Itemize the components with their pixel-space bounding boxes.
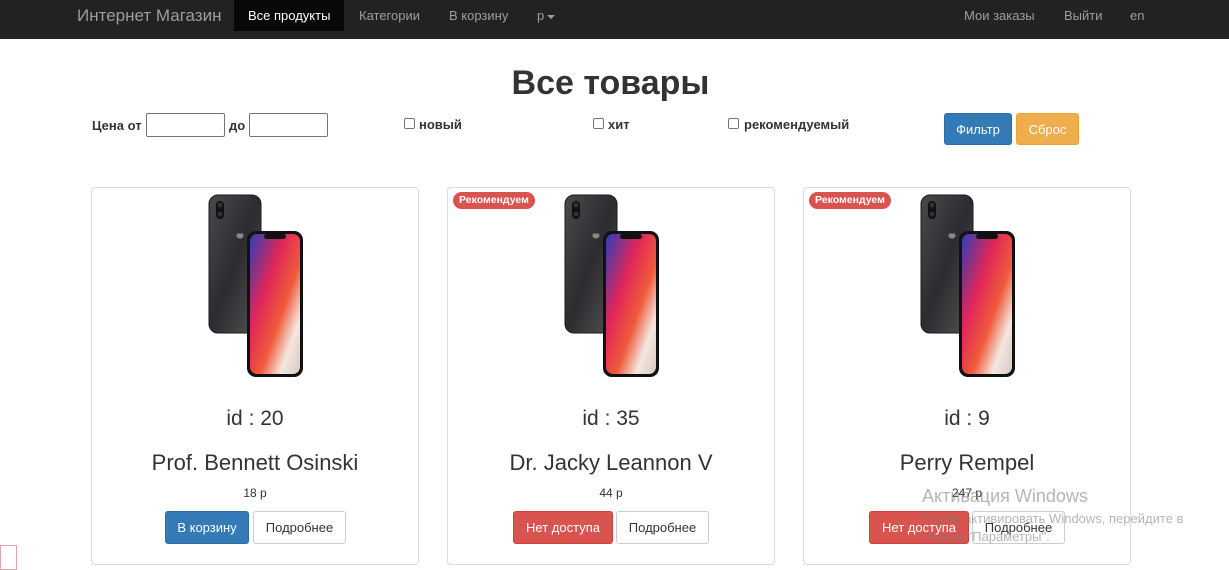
product-phone-image bbox=[564, 194, 659, 377]
product-name: Prof. Bennett Osinski bbox=[151, 450, 359, 475]
hit-checkbox-label: хит bbox=[608, 117, 630, 132]
product-price: 44 р bbox=[599, 486, 623, 500]
new-checkbox-label: новый bbox=[419, 117, 462, 132]
price-from-label: Цена от bbox=[92, 118, 142, 133]
hit-checkbox[interactable] bbox=[593, 118, 604, 129]
product-card: id : 20 Prof. Bennett Osinski 18 р В кор… bbox=[91, 187, 419, 565]
product-name: Perry Rempel bbox=[899, 450, 1035, 475]
product-image-container[interactable] bbox=[919, 193, 1019, 381]
windows-activation-title: Активация Windows bbox=[922, 486, 1088, 506]
price-to-input[interactable] bbox=[249, 113, 328, 137]
product-image-container[interactable] bbox=[207, 193, 307, 381]
navbar: Интернет Магазин Все продукты Категории … bbox=[0, 0, 1229, 39]
product-image-container[interactable] bbox=[563, 193, 663, 381]
product-name: Dr. Jacky Leannon V bbox=[509, 450, 713, 475]
product-id: id : 9 bbox=[944, 407, 990, 430]
price-from-input[interactable] bbox=[146, 113, 225, 137]
nav-categories[interactable]: Категории bbox=[359, 0, 420, 31]
nav-all-products[interactable]: Все продукты bbox=[234, 0, 345, 31]
product-card: Рекомендуем id : 35 Dr. Jacky Leannon V … bbox=[447, 187, 775, 565]
recommended-checkbox-label: рекомендуемый bbox=[744, 117, 850, 132]
nav-cart[interactable]: В корзину bbox=[449, 0, 508, 31]
product-card: Рекомендуем id : 9 Perry Rempel 247 р Не… bbox=[803, 187, 1131, 565]
product-id: id : 35 bbox=[582, 407, 640, 430]
caret-down-icon bbox=[547, 14, 556, 19]
page-title: Все товары bbox=[511, 64, 710, 102]
windows-activation-text: Чтобы активировать Windows, перейдите в … bbox=[922, 511, 1184, 544]
nav-currency-dropdown[interactable]: р bbox=[537, 0, 556, 31]
unavailable-button[interactable]: Нет доступа bbox=[513, 511, 613, 544]
filter-button[interactable]: Фильтр bbox=[944, 113, 1012, 145]
brand-link[interactable]: Интернет Магазин bbox=[77, 0, 221, 31]
details-button[interactable]: Подробнее bbox=[616, 511, 709, 544]
nav-logout[interactable]: Выйти bbox=[1064, 0, 1103, 31]
price-to-label: до bbox=[229, 118, 246, 133]
product-phone-image bbox=[208, 194, 303, 377]
recommended-badge: Рекомендуем bbox=[809, 192, 891, 209]
details-button[interactable]: Подробнее bbox=[253, 511, 346, 544]
recommended-badge: Рекомендуем bbox=[453, 192, 535, 209]
nav-my-orders[interactable]: Мои заказы bbox=[964, 0, 1035, 31]
nav-language[interactable]: en bbox=[1130, 0, 1144, 31]
debug-toolbar-icon[interactable] bbox=[0, 545, 17, 570]
recommended-checkbox[interactable] bbox=[728, 118, 739, 129]
product-price: 18 р bbox=[243, 486, 267, 500]
reset-button[interactable]: Сброс bbox=[1016, 113, 1079, 145]
currency-label: р bbox=[537, 8, 545, 23]
product-id: id : 20 bbox=[226, 407, 284, 430]
new-checkbox[interactable] bbox=[404, 118, 415, 129]
product-phone-image bbox=[920, 194, 1015, 377]
add-to-cart-button[interactable]: В корзину bbox=[165, 511, 249, 544]
